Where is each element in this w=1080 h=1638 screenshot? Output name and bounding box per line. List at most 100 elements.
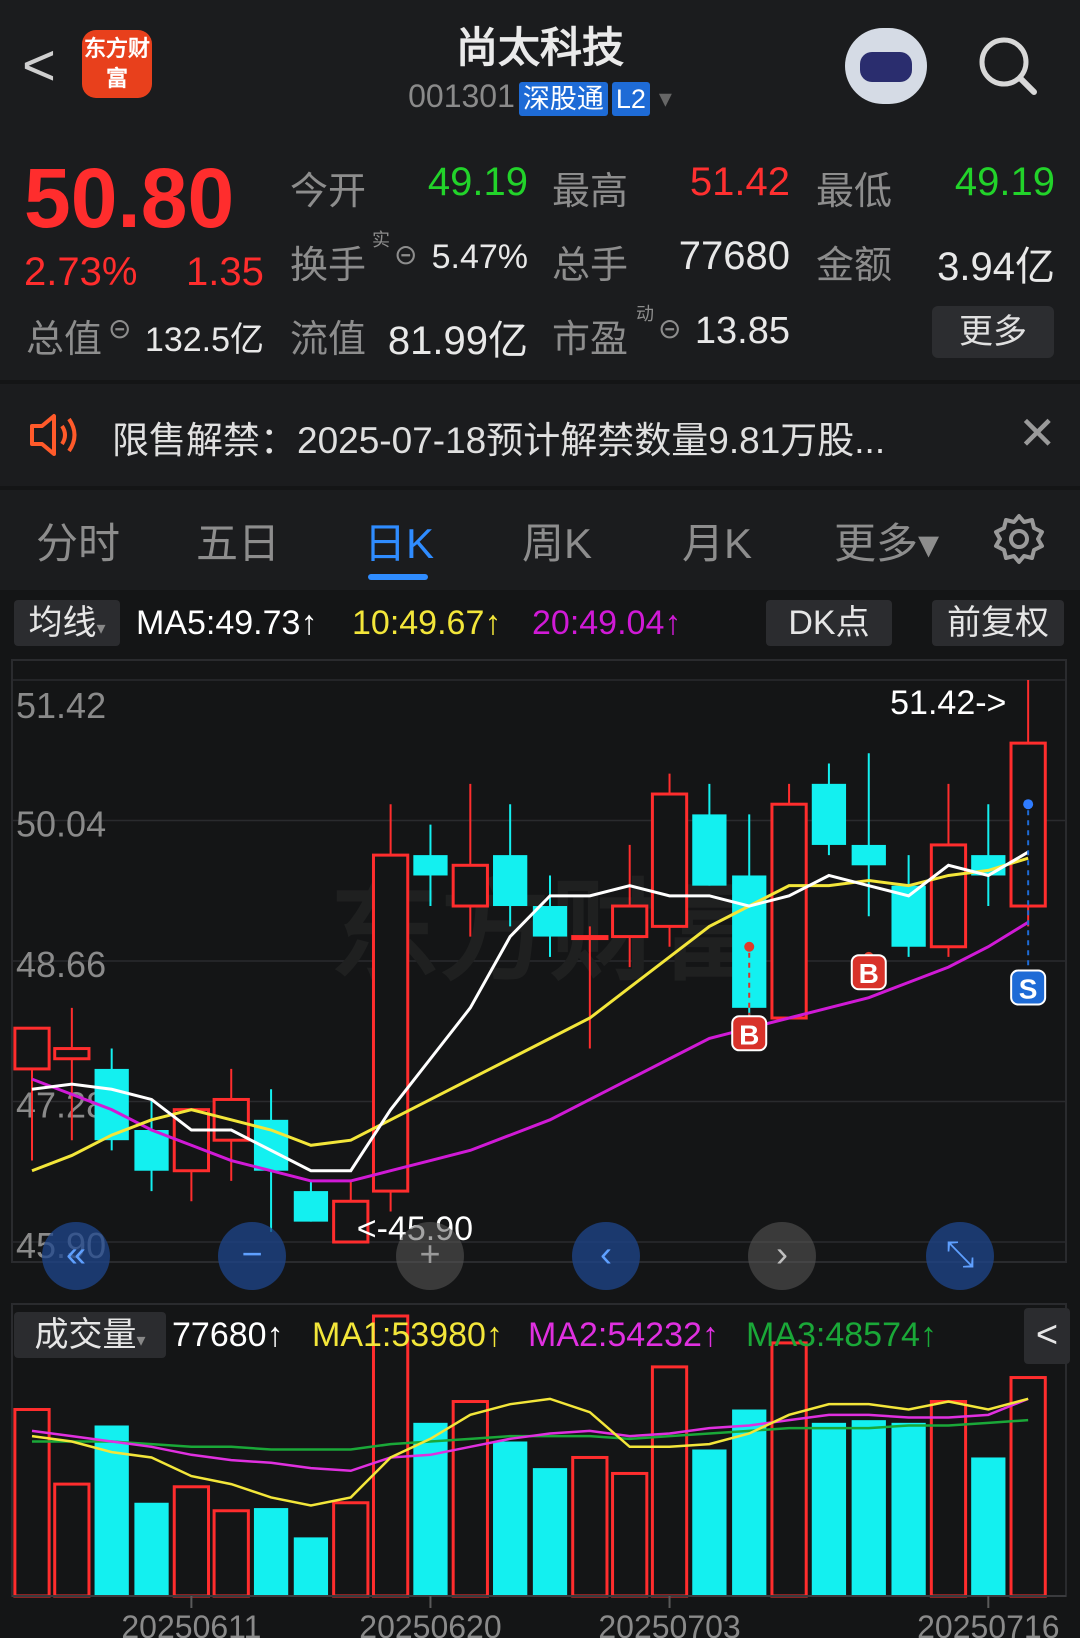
speaker-icon [30,414,77,456]
candle-body-up [770,802,808,1020]
volume-bar-down [134,1502,169,1596]
volume-bar-down [692,1449,727,1596]
fullscreen-icon[interactable]: ⤡ [926,1222,994,1290]
volume-bar-up [332,1501,370,1598]
amount-value: 3.94亿 [937,245,1055,289]
candle-body-down [493,855,528,907]
ma20-value: 20:49.04↑ [532,604,682,642]
low-value: 49.19 [954,160,1055,204]
signal-label: S [1019,973,1038,1004]
candle-body-up [53,1047,91,1061]
zoom-out-button[interactable]: − [218,1222,286,1290]
volume-bar-down [971,1457,1006,1596]
volume-bar-up [571,1455,609,1598]
candle-body-up [371,853,410,1193]
low-label: 最低 [816,171,893,213]
x-tick-label: 20250716 [917,1609,1059,1638]
candle-body-up [13,1026,51,1071]
volume-bar-up [451,1400,489,1598]
stock-code: 001301 [408,78,515,114]
amount-label: 金额 [816,245,893,287]
info-icon[interactable]: ⊝ [658,312,681,345]
signal-label: B [739,1019,759,1050]
volume-value: 77680 [678,234,790,278]
stock-name: 尚太科技 [455,24,624,71]
ma10-value: 10:49.67↑ [352,604,502,642]
signal-label: B [859,958,879,989]
info-icon[interactable]: ⊝ [108,312,131,345]
close-icon[interactable]: ✕ [1018,406,1057,460]
x-tick-label: 20250620 [359,1609,501,1638]
volume-bar-up [770,1341,808,1598]
volume-bar-down [413,1422,448,1596]
volume-bar-up [172,1485,211,1598]
stock-code-line[interactable]: 001301 深股通 L2 ▾ [340,78,740,116]
float-cap-label: 流值 [290,319,367,361]
signal-dot [1023,799,1034,810]
volume-bar-up [650,1365,689,1598]
ma5-value: MA5:49.73↑ [136,604,318,642]
tab-weekly-k[interactable]: 周K [522,510,592,571]
candle-body-up [611,904,649,939]
collapse-panel-button[interactable]: < [1024,1308,1070,1364]
volume-bar-up [929,1400,968,1598]
market-cap-label: 总值 [26,319,103,361]
volume-bar-up [1009,1376,1047,1598]
tab-monthly-k[interactable]: 月K [682,510,752,571]
level2-badge: L2 [611,81,650,116]
search-icon[interactable] [978,30,1038,100]
float-cap-value: 81.99亿 [387,319,528,363]
volume-bar-down [891,1422,926,1596]
volume-value-label: 77680↑ [172,1316,284,1354]
volume-bar-up [53,1482,91,1598]
vma3-value: MA3:48574↑ [746,1316,937,1354]
x-tick-label: 20250703 [598,1609,740,1638]
candle-body-down [692,814,727,886]
tab-more[interactable]: 更多▾ [834,510,939,571]
more-quote-button[interactable]: 更多 [932,306,1054,358]
robot-visor [860,52,912,82]
y-tick-label: 50.04 [16,804,106,845]
market-cap-value: 132.5亿 [144,321,264,359]
volume-bar-down [293,1537,329,1596]
tab-intraday[interactable]: 分时 [36,510,120,571]
turnover-sup: 实 [372,230,390,250]
volume-selector[interactable]: 成交量▾ [14,1312,166,1358]
scroll-left-fast-button[interactable]: « [42,1222,110,1290]
candle-body-up [451,863,489,908]
settings-gear-icon[interactable] [992,512,1046,566]
high-value: 51.42 [689,160,790,204]
chevron-down-icon: ▾ [136,1330,146,1350]
dk-point-button[interactable]: DK点 [766,600,892,646]
candle-body-down [532,906,568,937]
scroll-left-button[interactable]: ‹ [572,1222,640,1290]
x-tick-label: 20250611 [121,1609,261,1638]
pe-sup: 动 [636,304,654,324]
candle-body-up [571,935,609,941]
volume-label: 总手 [552,245,629,287]
pe-value: 13.85 [694,310,790,352]
kline-chart[interactable]: 51.4250.0448.6647.2845.90东方财富51.42-><-45… [0,650,1080,1638]
last-price: 50.80 [24,151,235,245]
chevron-down-icon[interactable]: ▾ [659,83,672,113]
volume-bar-down [811,1422,847,1596]
notice-text[interactable]: 限售解禁：2025-07-18预计解禁数量9.81万股... [112,410,885,464]
high-label: 最高 [552,171,629,213]
candle-body-down [732,875,767,1008]
ma-selector[interactable]: 均线▾ [14,600,120,646]
volume-selector-label: 成交量 [34,1316,137,1354]
candle-body-down [293,1191,329,1222]
back-arrow-icon[interactable]: < [22,36,56,96]
turnover-label: 换手 [290,245,367,287]
y-tick-label: 48.66 [16,944,106,985]
tab-five-day[interactable]: 五日 [196,510,280,571]
turnover-value: 5.47% [431,238,528,276]
zoom-in-button[interactable]: + [396,1222,464,1290]
candle-body-down [413,855,448,876]
change-percent: 2.73% [24,250,138,294]
high-price-marker: 51.42-> [890,684,1006,722]
adjust-mode-button[interactable]: 前复权 [932,600,1064,646]
scroll-right-button[interactable]: › [748,1222,816,1290]
change-amount: 1.35 [186,250,264,294]
tab-daily-k[interactable]: 日K [364,510,434,571]
